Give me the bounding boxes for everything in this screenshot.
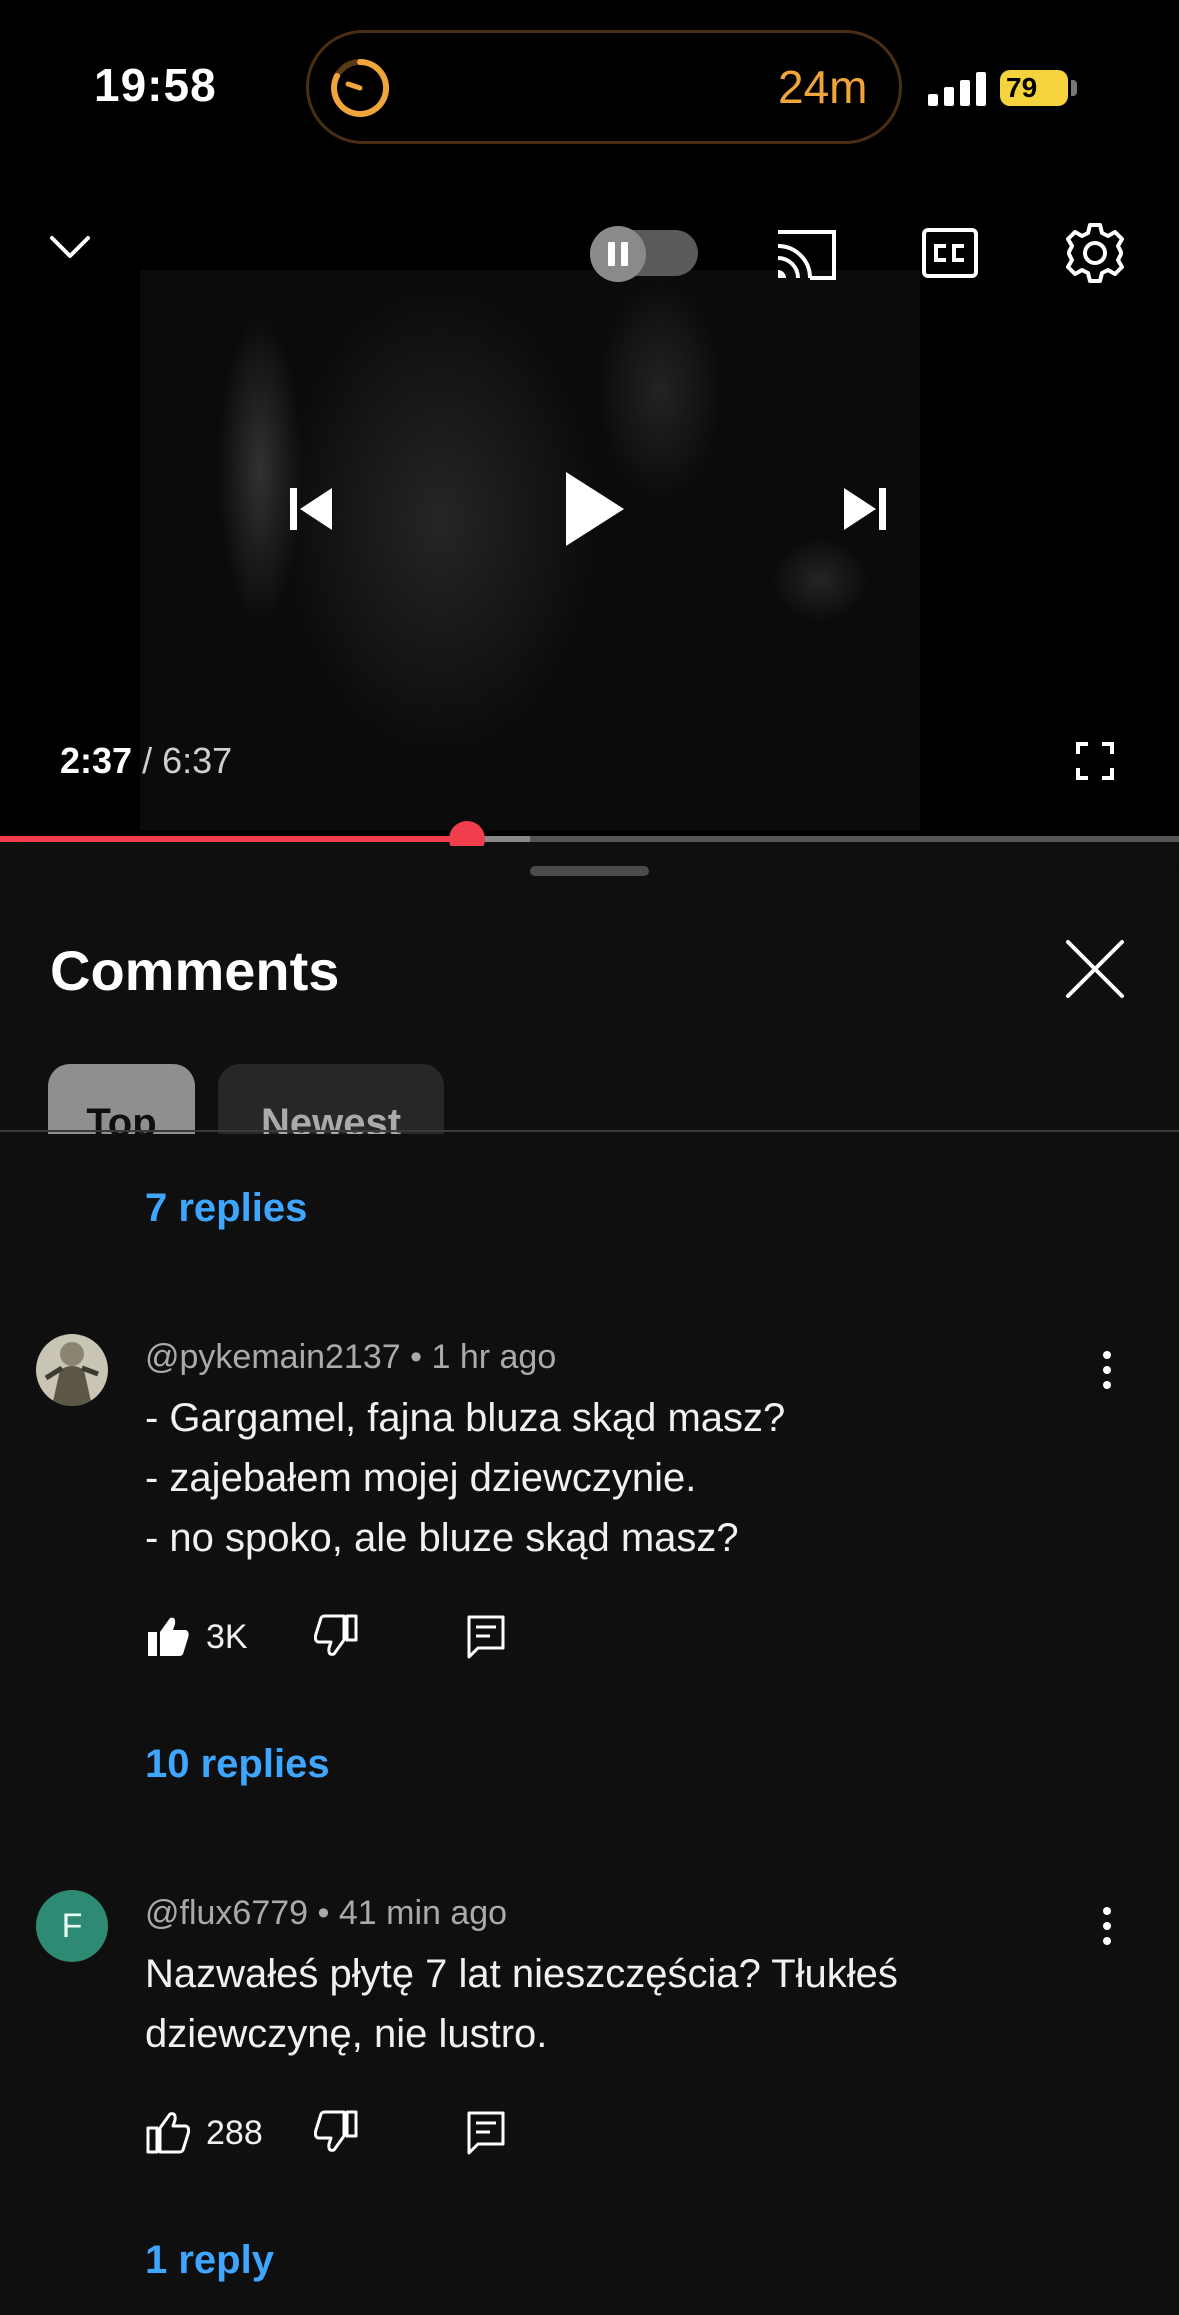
playback-time: 2:37 / 6:37 <box>60 740 232 782</box>
view-replies-link[interactable]: 1 reply <box>145 2238 274 2283</box>
reply-icon[interactable] <box>466 1614 506 1660</box>
next-icon[interactable] <box>842 486 886 532</box>
video-frame[interactable] <box>140 270 920 830</box>
timer-ring-icon <box>331 59 390 117</box>
tab-top[interactable]: Top <box>48 1064 195 1134</box>
comment-header: @flux6779 • 41 min ago <box>145 1894 507 1933</box>
like-count: 3K <box>206 1618 248 1656</box>
comment-meta: • 41 min ago <box>317 1894 508 1932</box>
divider <box>0 1130 1179 1132</box>
chevron-down-icon[interactable] <box>48 232 92 262</box>
duration: 6:37 <box>162 740 233 781</box>
more-vert-icon[interactable] <box>1100 1906 1114 1946</box>
progress-played <box>0 836 467 842</box>
play-icon[interactable] <box>564 470 626 548</box>
dislike-icon[interactable] <box>314 1614 358 1658</box>
battery-percent: 79 <box>1006 72 1038 103</box>
tab-newest[interactable]: Newest <box>218 1064 444 1134</box>
status-time: 19:58 <box>94 59 217 111</box>
comment-text: - Gargamel, fajna bluza skąd masz? - zaj… <box>145 1396 786 1560</box>
captions-icon[interactable] <box>922 228 978 278</box>
time-separator: / <box>132 740 163 781</box>
previous-icon[interactable] <box>290 486 334 532</box>
avatar-letter: F <box>61 1906 83 1945</box>
live-activity-timer: 24m <box>778 61 868 113</box>
dislike-icon[interactable] <box>314 2110 358 2154</box>
like-icon[interactable] <box>146 2110 190 2154</box>
fullscreen-icon[interactable] <box>1076 742 1114 780</box>
view-replies-link[interactable]: 7 replies <box>145 1186 307 1231</box>
comment-author[interactable]: @pykemain2137 <box>145 1338 401 1376</box>
avatar[interactable]: F <box>36 1890 108 1962</box>
comment-header: @pykemain2137 • 1 hr ago <box>145 1338 556 1377</box>
settings-gear-icon[interactable] <box>1064 222 1126 284</box>
current-time: 2:37 <box>60 740 133 781</box>
cellular-signal-icon <box>928 72 986 106</box>
close-icon[interactable] <box>1060 934 1130 1004</box>
reply-icon[interactable] <box>466 2110 506 2156</box>
pause-icon[interactable] <box>590 226 646 282</box>
comments-title: Comments <box>50 939 340 1002</box>
more-vert-icon[interactable] <box>1100 1350 1114 1390</box>
avatar[interactable] <box>36 1334 108 1406</box>
comment-text: Nazwałeś płytę 7 lat nieszczęścia? Tłukł… <box>145 1952 898 2056</box>
comment-author[interactable]: @flux6779 <box>145 1894 308 1932</box>
like-icon[interactable] <box>146 1614 190 1658</box>
view-replies-link[interactable]: 10 replies <box>145 1742 330 1787</box>
drag-handle[interactable] <box>530 866 649 876</box>
comment-meta: • 1 hr ago <box>410 1338 557 1376</box>
battery-tip <box>1071 80 1077 96</box>
cast-icon[interactable] <box>774 228 838 282</box>
like-count: 288 <box>206 2114 263 2152</box>
battery-icon: 79 <box>1000 70 1068 106</box>
